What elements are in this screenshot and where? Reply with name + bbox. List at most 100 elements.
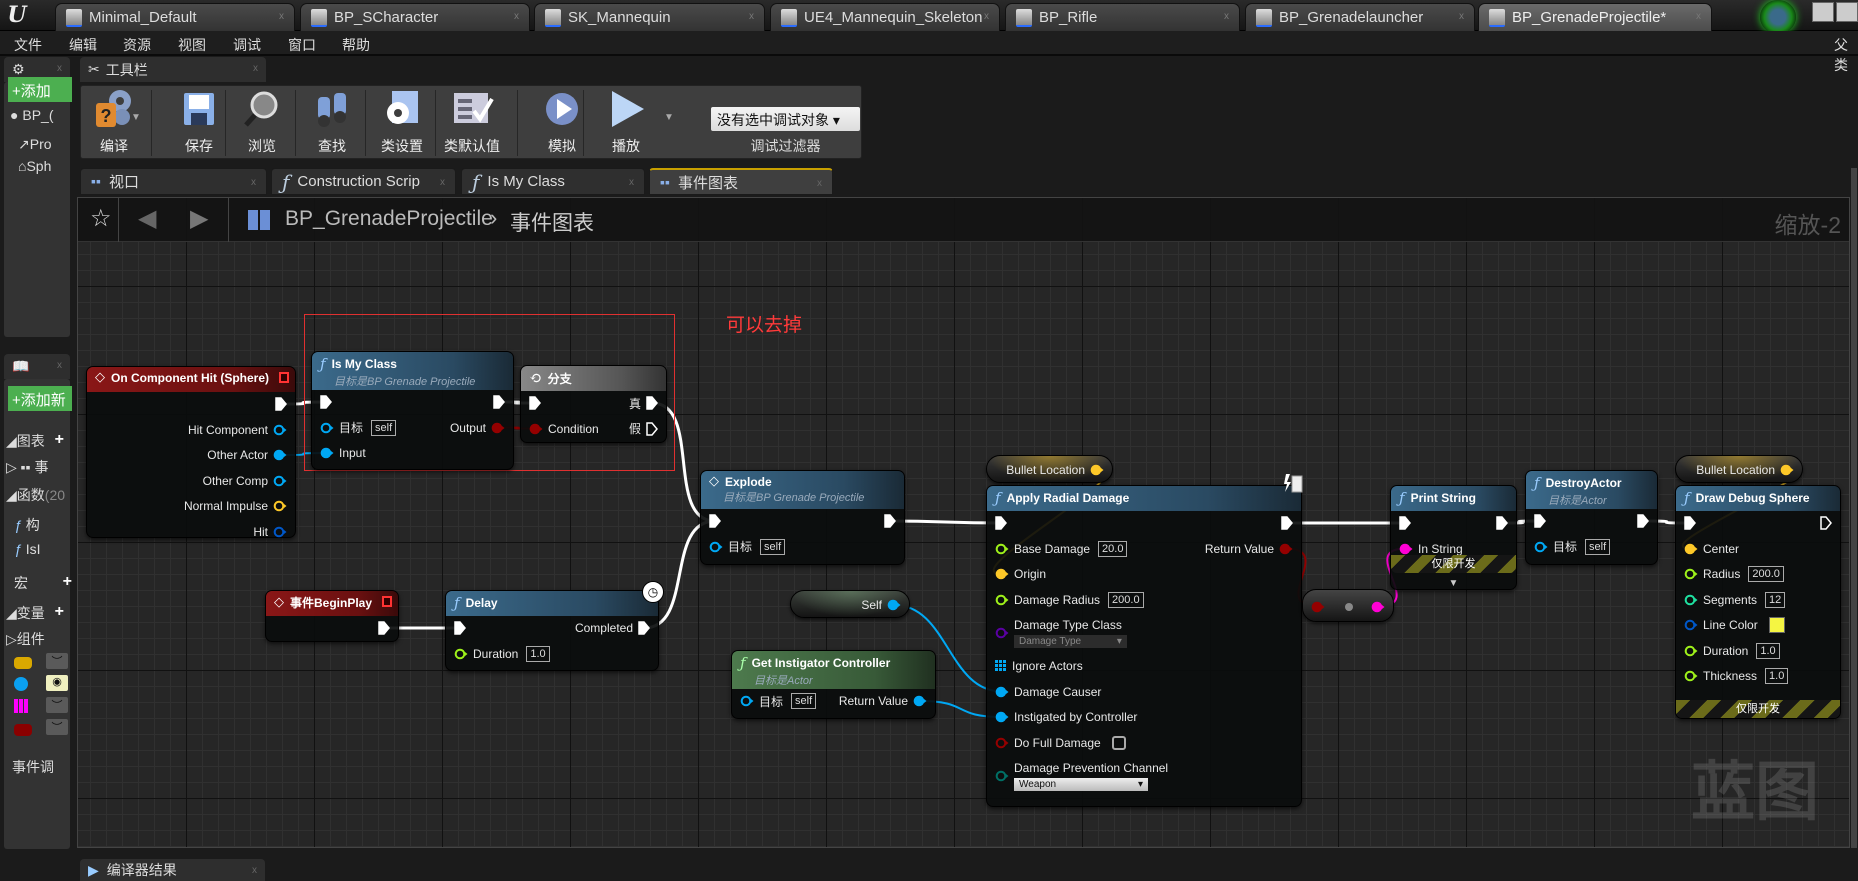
- class-pin[interactable]: [995, 627, 1009, 639]
- node-header[interactable]: ƒ DestroyActor 目标是Actor: [1526, 471, 1657, 509]
- menu-view[interactable]: 视图: [178, 35, 206, 55]
- float-pin[interactable]: [1684, 568, 1698, 580]
- node-header[interactable]: ◇ 事件BeginPlay: [266, 591, 398, 616]
- node-header[interactable]: ƒ Draw Debug Sphere: [1676, 486, 1840, 511]
- pin-default-value-input[interactable]: 12: [1765, 591, 1786, 608]
- close-tab-icon[interactable]: x: [1696, 11, 1701, 22]
- object-pin[interactable]: [995, 686, 1009, 698]
- visibility-toggle[interactable]: ︶: [46, 719, 68, 735]
- pin-default-value-input[interactable]: self: [791, 693, 817, 709]
- vector-pin[interactable]: [1780, 464, 1794, 476]
- float-pin[interactable]: [1684, 670, 1698, 682]
- float-pin[interactable]: [995, 594, 1009, 606]
- exec-pin-icon[interactable]: [275, 397, 287, 411]
- vertical-scrollbar[interactable]: [1851, 168, 1857, 848]
- menu-asset[interactable]: 资源: [123, 35, 151, 55]
- pin-default-value-input[interactable]: self: [1585, 538, 1611, 555]
- toolbar-tab[interactable]: ✂ 工具栏 x: [80, 57, 266, 82]
- close-tab-icon[interactable]: x: [749, 11, 754, 22]
- visibility-toggle[interactable]: ︶: [46, 653, 68, 669]
- pin-default-value-input[interactable]: self: [760, 538, 786, 555]
- float-pin[interactable]: [454, 648, 468, 660]
- favorite-star-icon[interactable]: ☆: [90, 204, 112, 233]
- exec-pin-icon[interactable]: [1399, 516, 1411, 530]
- exec-pin-icon[interactable]: [529, 396, 541, 410]
- exec-pin-icon[interactable]: [320, 395, 332, 409]
- macros-section[interactable]: 宏 +: [14, 573, 78, 593]
- compiler-results-tab[interactable]: ▶ 编译器结果 x: [80, 859, 265, 881]
- document-tab[interactable]: UE4_Mannequin_Skeleton x: [770, 3, 1000, 31]
- back-arrow-icon[interactable]: ◀: [138, 204, 156, 233]
- pin-default-value-input[interactable]: 20.0: [1098, 540, 1128, 557]
- add-new-button[interactable]: +添加新: [8, 386, 72, 411]
- expand-arrow-icon[interactable]: ▼: [1391, 578, 1516, 589]
- delegate-pin-icon[interactable]: [382, 596, 392, 607]
- forward-arrow-icon[interactable]: ▶: [190, 204, 208, 233]
- int-pin[interactable]: [1684, 594, 1698, 606]
- exec-pin-icon[interactable]: [1281, 516, 1293, 530]
- node-och[interactable]: ◇ On Component Hit (Sphere) Hit Component O…: [86, 366, 296, 539]
- node-header[interactable]: ◇ On Component Hit (Sphere): [87, 367, 295, 392]
- document-tab[interactable]: BP_SCharacter x: [300, 3, 530, 31]
- close-tab-icon[interactable]: x: [1224, 11, 1229, 22]
- exec-pin-icon[interactable]: [1637, 514, 1649, 528]
- editor-tab[interactable]: ▪▪ 事件图表 x: [649, 168, 833, 195]
- node-header[interactable]: ◇ Explode 目标是BP Grenade Projectile: [701, 471, 904, 509]
- functions-section[interactable]: ◢函数(20: [6, 485, 70, 505]
- pin-default-value-input[interactable]: 1.0: [526, 645, 550, 662]
- node-reroute[interactable]: [1302, 589, 1394, 622]
- exec-pin-icon[interactable]: [1820, 516, 1832, 530]
- toolbar-find-button[interactable]: 查找: [299, 86, 365, 160]
- float-pin[interactable]: [1684, 645, 1698, 657]
- my-blueprint-tab[interactable]: 📖 x: [4, 354, 70, 379]
- minimize-button[interactable]: [1812, 2, 1834, 22]
- node-explode[interactable]: ◇ Explode 目标是BP Grenade Projectile 目标 self: [700, 470, 905, 565]
- editor-tab[interactable]: ƒ Is My Class x: [461, 168, 645, 195]
- object-pin[interactable]: [995, 711, 1009, 723]
- document-tab[interactable]: BP_Rifle x: [1005, 3, 1240, 31]
- document-tab[interactable]: BP_GrenadeProjectile* x: [1478, 3, 1712, 31]
- node-beginplay[interactable]: ◇ 事件BeginPlay: [265, 590, 399, 642]
- exec-pin-icon[interactable]: [454, 621, 466, 635]
- array-pin[interactable]: [995, 660, 1007, 672]
- object-pin[interactable]: [320, 422, 334, 434]
- editor-tab[interactable]: ƒ Construction Scrip x: [271, 168, 456, 195]
- breadcrumb-graph[interactable]: 事件图表: [510, 207, 594, 237]
- editor-tab[interactable]: ▪▪ 视口 x: [80, 168, 267, 195]
- struct-pin[interactable]: [273, 526, 287, 538]
- node-destroy[interactable]: ƒ DestroyActor 目标是Actor 目标 self: [1525, 470, 1658, 565]
- pin-default-value-input[interactable]: 200.0: [1108, 591, 1144, 608]
- float-pin[interactable]: [995, 543, 1009, 555]
- pin-default-value-input[interactable]: 1.0: [1756, 642, 1780, 659]
- node-header[interactable]: ⟲ 分支: [521, 366, 666, 391]
- toolbar-save-button[interactable]: 保存: [166, 86, 232, 160]
- components-variables-section[interactable]: ▷组件: [6, 629, 70, 649]
- bool-pin[interactable]: [491, 422, 505, 434]
- delegate-pin-icon[interactable]: [279, 372, 289, 383]
- string-pin[interactable]: [1371, 601, 1385, 613]
- exec-pin-icon[interactable]: [709, 514, 721, 528]
- close-tab-icon[interactable]: x: [629, 177, 634, 188]
- add-variable-icon[interactable]: +: [55, 603, 64, 621]
- close-tab-icon[interactable]: x: [514, 11, 519, 22]
- node-header[interactable]: ƒ Print String: [1391, 486, 1516, 511]
- document-tab[interactable]: BP_Grenadelauncher x: [1245, 3, 1475, 31]
- color-swatch[interactable]: [1768, 617, 1785, 633]
- unreal-logo-icon[interactable]: U: [4, 2, 30, 28]
- object-pin[interactable]: [273, 475, 287, 487]
- play-options-dropdown-icon[interactable]: ▼: [664, 112, 674, 123]
- graphs-section[interactable]: ◢图表 +: [6, 431, 70, 451]
- add-component-button[interactable]: +添加: [8, 77, 72, 102]
- event-graph-canvas[interactable]: 可以去掉 ◇ On Component Hit (Sphere) Hit Compo…: [77, 197, 1850, 848]
- menu-help[interactable]: 帮助: [342, 35, 370, 55]
- bool-pin[interactable]: [1279, 543, 1293, 555]
- vector-pin[interactable]: [273, 500, 287, 512]
- exec-pin-icon[interactable]: [638, 621, 650, 635]
- exec-pin-icon[interactable]: [493, 395, 505, 409]
- toolbar-compile-button[interactable]: ? 编译: [81, 86, 147, 160]
- component-sphere[interactable]: ⌂Sph: [18, 158, 82, 174]
- menu-window[interactable]: 窗口: [288, 35, 316, 55]
- debug-object-select[interactable]: 没有选中调试对象 ▾: [711, 107, 860, 131]
- pin-dropdown[interactable]: Damage Type ▾: [1014, 635, 1127, 648]
- node-bullet1[interactable]: Bullet Location: [986, 455, 1113, 483]
